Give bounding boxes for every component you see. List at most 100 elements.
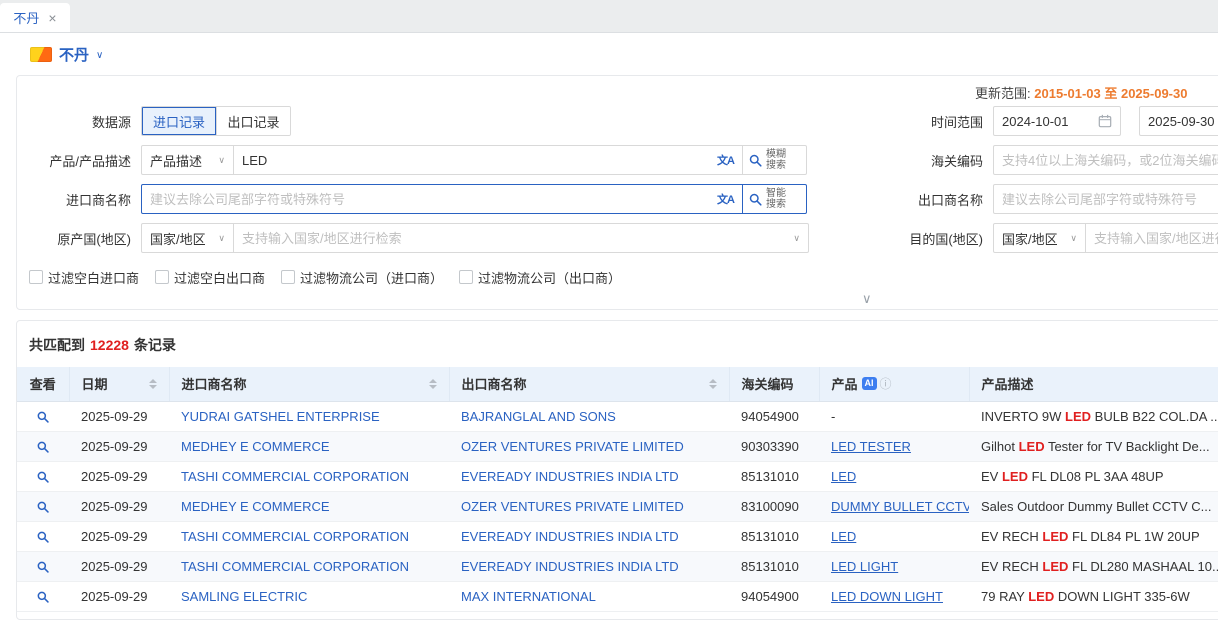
column-label: 产品: [832, 374, 858, 393]
importer-input[interactable]: [150, 192, 711, 207]
column-header-exporter[interactable]: 出口商名称: [449, 367, 729, 401]
column-header-hs-code: 海关编码: [729, 367, 819, 401]
cell-exporter: EVEREADY INDUSTRIES INDIA LTD: [449, 521, 729, 551]
date-to-input[interactable]: [1139, 106, 1218, 136]
results-panel: 共匹配到 12228 条记录 查看日期进口商名称出口商名称海关编码产品AIⓘ产品…: [16, 320, 1218, 620]
cell-exporter: MAX INTERNATIONAL: [449, 581, 729, 611]
tab-bhutan[interactable]: 不丹 ×: [0, 3, 70, 32]
checkbox-filter-logistics-exporter[interactable]: 过滤物流公司（出口商）: [459, 268, 621, 287]
importer-link[interactable]: TASHI COMMERCIAL CORPORATION: [181, 529, 409, 544]
exporter-link[interactable]: EVEREADY INDUSTRIES INDIA LTD: [461, 529, 679, 544]
importer-link[interactable]: MEDHEY E COMMERCE: [181, 499, 330, 514]
hs-code-field[interactable]: [1002, 153, 1218, 168]
checkbox-icon[interactable]: [155, 270, 169, 284]
fuzzy-search-button[interactable]: 模糊搜索: [742, 146, 806, 174]
country-name[interactable]: 不丹: [59, 44, 89, 65]
chevron-down-icon[interactable]: ∨: [96, 50, 103, 61]
hs-code-input[interactable]: [993, 145, 1218, 175]
importer-link[interactable]: TASHI COMMERCIAL CORPORATION: [181, 469, 409, 484]
checkbox-icon[interactable]: [281, 270, 295, 284]
exporter-link[interactable]: BAJRANGLAL AND SONS: [461, 409, 616, 424]
checkbox-filter-blank-exporter[interactable]: 过滤空白出口商: [155, 268, 265, 287]
description-text: INVERTO 9W: [981, 409, 1065, 424]
view-detail-search-icon[interactable]: [36, 530, 50, 544]
destination-input[interactable]: [1094, 231, 1218, 246]
checkbox-icon[interactable]: [459, 270, 473, 284]
cell-importer: MEDHEY E COMMERCE: [169, 491, 449, 521]
date-from-field[interactable]: [1002, 114, 1092, 129]
view-detail-search-icon[interactable]: [36, 440, 50, 454]
description-text: Tester for TV Backlight De...: [1045, 439, 1210, 454]
view-detail-search-icon[interactable]: [36, 410, 50, 424]
exporter-link[interactable]: OZER VENTURES PRIVATE LIMITED: [461, 439, 684, 454]
smart-search-button[interactable]: 智能搜索: [742, 185, 806, 213]
importer-link[interactable]: YUDRAI GATSHEL ENTERPRISE: [181, 409, 380, 424]
exporter-input[interactable]: [993, 184, 1218, 214]
description-text: FL DL280 MASHAAL 10...: [1068, 559, 1218, 574]
sort-carets-icon[interactable]: [703, 379, 717, 389]
date-from-input[interactable]: [993, 106, 1121, 136]
importer-link[interactable]: SAMLING ELECTRIC: [181, 589, 307, 604]
column-label: 出口商名称: [462, 374, 527, 393]
view-detail-search-icon[interactable]: [36, 560, 50, 574]
exporter-field[interactable]: [1002, 192, 1218, 207]
cell-date: 2025-09-29: [69, 521, 169, 551]
translate-icon[interactable]: 文A: [717, 152, 734, 168]
column-header-importer[interactable]: 进口商名称: [169, 367, 449, 401]
cell-description: 79 RAY LED DOWN LIGHT 335-6W: [969, 581, 1218, 611]
exporter-link[interactable]: OZER VENTURES PRIVATE LIMITED: [461, 499, 684, 514]
cell-exporter: OZER VENTURES PRIVATE LIMITED: [449, 491, 729, 521]
cell-hs-code: 85131010: [729, 551, 819, 581]
cell-importer: TASHI COMMERCIAL CORPORATION: [169, 521, 449, 551]
chevron-down-icon: ∨: [1070, 233, 1077, 244]
summary-suffix: 条记录: [134, 335, 176, 355]
product-link[interactable]: LED TESTER: [831, 439, 911, 454]
column-header-date[interactable]: 日期: [69, 367, 169, 401]
date-to-field[interactable]: [1148, 114, 1218, 129]
info-icon[interactable]: ⓘ: [880, 375, 892, 392]
time-range-group: 时间范围: [885, 106, 1218, 136]
calendar-icon[interactable]: [1098, 114, 1112, 128]
collapse-filter-chevron-icon[interactable]: ∨: [862, 291, 872, 307]
product-input[interactable]: [242, 153, 711, 168]
importer-link[interactable]: TASHI COMMERCIAL CORPORATION: [181, 559, 409, 574]
description-text: Gilhot: [981, 439, 1019, 454]
origin-type-select[interactable]: 国家/地区 ∨: [142, 224, 234, 252]
exporter-link[interactable]: EVEREADY INDUSTRIES INDIA LTD: [461, 469, 679, 484]
checkbox-icon[interactable]: [29, 270, 43, 284]
translate-icon[interactable]: 文A: [717, 191, 734, 207]
results-table-header: 查看日期进口商名称出口商名称海关编码产品AIⓘ产品描述: [17, 367, 1218, 401]
search-icon: [748, 192, 763, 207]
cell-view: [17, 431, 69, 461]
filter-row-datasource: 数据源 进口记录 出口记录 时间范围: [29, 106, 1218, 136]
checkbox-filter-blank-importer[interactable]: 过滤空白进口商: [29, 268, 139, 287]
exporter-link[interactable]: EVEREADY INDUSTRIES INDIA LTD: [461, 559, 679, 574]
smart-search-label: 智能搜索: [766, 188, 790, 211]
description-text: FL DL84 PL 1W 20UP: [1068, 529, 1199, 544]
table-row: 2025-09-29SAMLING ELECTRICMAX INTERNATIO…: [17, 581, 1218, 611]
view-detail-search-icon[interactable]: [36, 470, 50, 484]
tab-import-records[interactable]: 进口记录: [142, 107, 216, 135]
product-link[interactable]: LED: [831, 529, 856, 544]
cell-date: 2025-09-29: [69, 551, 169, 581]
view-detail-search-icon[interactable]: [36, 590, 50, 604]
checkbox-filter-logistics-importer[interactable]: 过滤物流公司（进口商）: [281, 268, 443, 287]
product-type-select[interactable]: 产品描述 ∨: [142, 146, 234, 174]
product-link[interactable]: LED LIGHT: [831, 559, 898, 574]
cell-hs-code: 85131010: [729, 461, 819, 491]
importer-link[interactable]: MEDHEY E COMMERCE: [181, 439, 330, 454]
product-link[interactable]: LED: [831, 469, 856, 484]
view-detail-search-icon[interactable]: [36, 500, 50, 514]
destination-type-select[interactable]: 国家/地区 ∨: [994, 224, 1086, 252]
tab-close-icon[interactable]: ×: [48, 11, 56, 25]
cell-importer: SAMLING ELECTRIC: [169, 581, 449, 611]
exporter-link[interactable]: MAX INTERNATIONAL: [461, 589, 596, 604]
product-link[interactable]: DUMMY BULLET CCTV...: [831, 499, 969, 514]
destination-label: 目的国(地区): [885, 229, 993, 248]
product-link[interactable]: LED DOWN LIGHT: [831, 589, 943, 604]
column-label: 产品描述: [982, 374, 1034, 393]
origin-input[interactable]: [242, 231, 787, 246]
tab-export-records[interactable]: 出口记录: [216, 107, 290, 135]
sort-carets-icon[interactable]: [143, 379, 157, 389]
sort-carets-icon[interactable]: [423, 379, 437, 389]
